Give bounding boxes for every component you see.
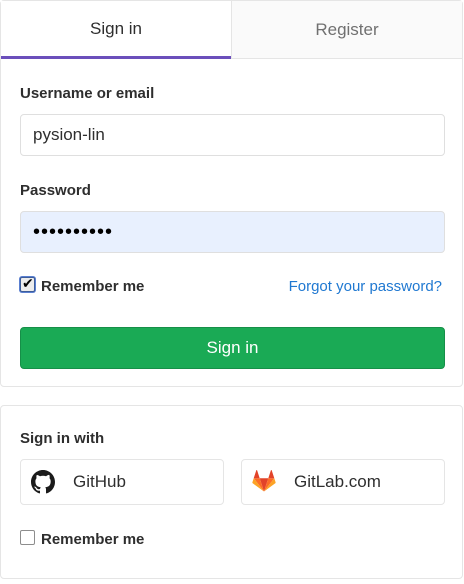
github-button[interactable]: GitHub bbox=[20, 459, 224, 505]
auth-tabs: Sign in Register bbox=[1, 1, 462, 59]
remember-me-label: Remember me bbox=[41, 278, 145, 295]
gitlab-label: GitLab.com bbox=[294, 472, 381, 491]
forgot-password-link[interactable]: Forgot your password? bbox=[289, 278, 442, 295]
checkmark-icon: ✔ bbox=[22, 275, 34, 291]
sign-in-button[interactable]: Sign in bbox=[20, 327, 445, 369]
omniauth-box: Sign in with GitHub GitLab.com Remember … bbox=[0, 405, 463, 579]
remember-me-checkbox[interactable]: ✔ bbox=[20, 275, 35, 292]
password-label: Password bbox=[20, 182, 91, 199]
gitlab-icon bbox=[252, 470, 276, 492]
github-label: GitHub bbox=[73, 472, 126, 491]
gitlab-button[interactable]: GitLab.com bbox=[241, 459, 445, 505]
password-field[interactable] bbox=[20, 211, 445, 253]
login-box: Sign in Register Username or email Passw… bbox=[0, 0, 463, 387]
tab-sign-in[interactable]: Sign in bbox=[1, 1, 231, 59]
oauth-remember-me-checkbox[interactable] bbox=[20, 530, 35, 545]
username-field[interactable] bbox=[20, 114, 445, 156]
oauth-remember-me-label: Remember me bbox=[41, 531, 145, 548]
username-label: Username or email bbox=[20, 85, 155, 102]
github-icon bbox=[31, 470, 55, 494]
sign-in-with-heading: Sign in with bbox=[20, 430, 105, 447]
tab-register[interactable]: Register bbox=[231, 1, 462, 59]
